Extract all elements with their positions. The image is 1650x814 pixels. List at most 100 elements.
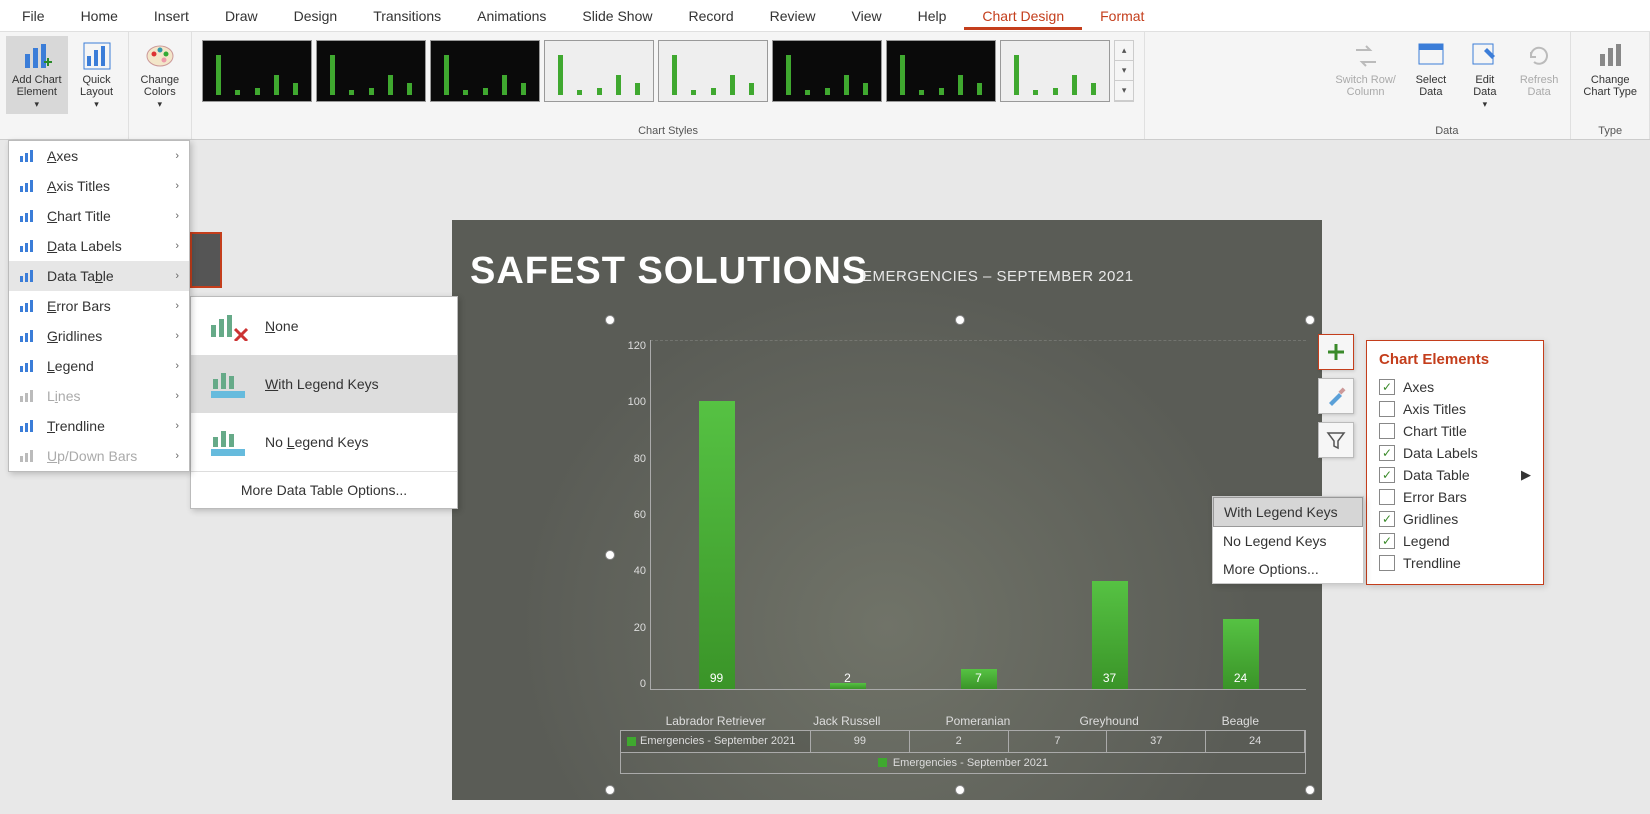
gallery-more-icon[interactable]: ▾ xyxy=(1115,81,1133,101)
chart-style-1[interactable] xyxy=(202,40,312,102)
tab-chart-design[interactable]: Chart Design xyxy=(964,2,1082,30)
chevron-right-icon[interactable]: ▶ xyxy=(1521,467,1531,483)
gallery-scroll[interactable]: ▴▾▾ xyxy=(1114,40,1134,102)
quick-layout-button[interactable]: Quick Layout xyxy=(72,36,122,114)
checkbox[interactable] xyxy=(1379,489,1395,505)
menu-trendline[interactable]: Trendline› xyxy=(9,411,189,441)
bar-2[interactable]: 7 xyxy=(913,340,1044,689)
ce-error-bars[interactable]: Error Bars xyxy=(1379,486,1531,508)
chart-styles-tool[interactable] xyxy=(1318,378,1354,414)
slide-canvas: SAFEST SOLUTIONS EMERGENCIES – SEPTEMBER… xyxy=(452,220,1322,800)
gallery-down-icon[interactable]: ▾ xyxy=(1115,61,1133,81)
data-table-header: Emergencies - September 2021 xyxy=(621,731,811,752)
tab-design[interactable]: Design xyxy=(276,2,356,30)
chart-style-4[interactable] xyxy=(544,40,654,102)
chart-filters-tool[interactable] xyxy=(1318,422,1354,458)
ce-axes[interactable]: Axes xyxy=(1379,376,1531,398)
ce-legend[interactable]: Legend xyxy=(1379,530,1531,552)
selection-handle[interactable] xyxy=(955,315,965,325)
checkbox[interactable] xyxy=(1379,423,1395,439)
submenu-more-options[interactable]: More Options... xyxy=(1213,555,1363,583)
tab-draw[interactable]: Draw xyxy=(207,2,276,30)
change-colors-button[interactable]: Change Colors xyxy=(135,36,186,114)
checkbox[interactable] xyxy=(1379,467,1395,483)
tab-review[interactable]: Review xyxy=(752,2,834,30)
y-axis: 120100806040200 xyxy=(610,340,646,690)
bar-3[interactable]: 37 xyxy=(1044,340,1175,689)
chart-style-6[interactable] xyxy=(772,40,882,102)
legend-text: Emergencies - September 2021 xyxy=(893,757,1048,769)
menu-axes[interactable]: Axes› xyxy=(9,141,189,171)
selection-handle[interactable] xyxy=(955,785,965,795)
ce-data-table[interactable]: Data Table▶ xyxy=(1379,464,1531,486)
checkbox[interactable] xyxy=(1379,401,1395,417)
select-data-button[interactable]: Select Data xyxy=(1406,36,1456,102)
chart-quick-tools xyxy=(1318,334,1354,458)
checkbox[interactable] xyxy=(1379,555,1395,571)
menu-legend[interactable]: Legend› xyxy=(9,351,189,381)
slide-thumbnail-1[interactable] xyxy=(190,232,222,288)
menu-gridlines[interactable]: Gridlines› xyxy=(9,321,189,351)
tab-format[interactable]: Format xyxy=(1082,2,1162,30)
type-group-label: Type xyxy=(1598,123,1622,137)
tab-insert[interactable]: Insert xyxy=(136,2,207,30)
data-table-no-legend-keys[interactable]: No Legend Keys xyxy=(191,413,457,471)
menu-data-labels[interactable]: Data Labels› xyxy=(9,231,189,261)
tab-help[interactable]: Help xyxy=(900,2,965,30)
y-tick: 60 xyxy=(634,509,646,521)
chart-style-3[interactable] xyxy=(430,40,540,102)
checkbox[interactable] xyxy=(1379,511,1395,527)
chart-style-8[interactable] xyxy=(1000,40,1110,102)
tab-slide-show[interactable]: Slide Show xyxy=(564,2,670,30)
selection-handle[interactable] xyxy=(1305,315,1315,325)
edit-data-button[interactable]: Edit Data xyxy=(1460,36,1510,114)
change-chart-type-button[interactable]: Change Chart Type xyxy=(1577,36,1643,102)
submenu-no-legend-keys[interactable]: No Legend Keys xyxy=(1213,527,1363,555)
chart-style-5[interactable] xyxy=(658,40,768,102)
menu-axis-titles[interactable]: Axis Titles› xyxy=(9,171,189,201)
ce-data-labels[interactable]: Data Labels xyxy=(1379,442,1531,464)
bar-0[interactable]: 99 xyxy=(651,340,782,689)
y-tick: 20 xyxy=(634,622,646,634)
tab-file[interactable]: File xyxy=(4,2,63,30)
checkbox[interactable] xyxy=(1379,379,1395,395)
group-type: Change Chart Type Type xyxy=(1571,32,1650,139)
gallery-up-icon[interactable]: ▴ xyxy=(1115,41,1133,61)
data-table-none[interactable]: None xyxy=(191,297,457,355)
add-chart-element-button[interactable]: Add Chart Element xyxy=(6,36,68,114)
chart-style-7[interactable] xyxy=(886,40,996,102)
menu-data-table[interactable]: Data Table› xyxy=(9,261,189,291)
menu-label: Gridlines xyxy=(47,328,102,344)
chart-style-gallery[interactable]: ▴▾▾ xyxy=(198,36,1138,106)
data-table-with-legend-keys[interactable]: With Legend Keys xyxy=(191,355,457,413)
tab-home[interactable]: Home xyxy=(63,2,136,30)
data-label: 37 xyxy=(1092,671,1128,685)
more-data-table-options[interactable]: More Data Table Options... xyxy=(191,472,457,508)
menu-icon xyxy=(19,359,37,373)
chevron-right-icon: › xyxy=(175,180,179,192)
edit-data-label: Edit Data xyxy=(1473,74,1496,98)
plot-area[interactable]: 99273724 xyxy=(650,340,1306,690)
checkbox[interactable] xyxy=(1379,445,1395,461)
chart-elements-tool[interactable] xyxy=(1318,334,1354,370)
checkbox[interactable] xyxy=(1379,533,1395,549)
menu-chart-title[interactable]: Chart Title› xyxy=(9,201,189,231)
menu-error-bars[interactable]: Error Bars› xyxy=(9,291,189,321)
quick-layout-icon xyxy=(81,40,113,72)
tab-record[interactable]: Record xyxy=(670,2,751,30)
selection-handle[interactable] xyxy=(605,785,615,795)
ce-chart-title[interactable]: Chart Title xyxy=(1379,420,1531,442)
chart-object[interactable]: 120100806040200 99273724 Labrador Retrie… xyxy=(610,320,1310,790)
selection-handle[interactable] xyxy=(1305,785,1315,795)
data-table-submenu: With Legend Keys No Legend Keys More Opt… xyxy=(1212,496,1364,584)
tab-transitions[interactable]: Transitions xyxy=(355,2,459,30)
ce-axis-titles[interactable]: Axis Titles xyxy=(1379,398,1531,420)
ce-trendline[interactable]: Trendline xyxy=(1379,552,1531,574)
submenu-with-legend-keys[interactable]: With Legend Keys xyxy=(1213,497,1363,527)
tab-view[interactable]: View xyxy=(834,2,900,30)
bar-1[interactable]: 2 xyxy=(782,340,913,689)
ce-gridlines[interactable]: Gridlines xyxy=(1379,508,1531,530)
tab-animations[interactable]: Animations xyxy=(459,2,564,30)
chart-style-2[interactable] xyxy=(316,40,426,102)
selection-handle[interactable] xyxy=(605,315,615,325)
